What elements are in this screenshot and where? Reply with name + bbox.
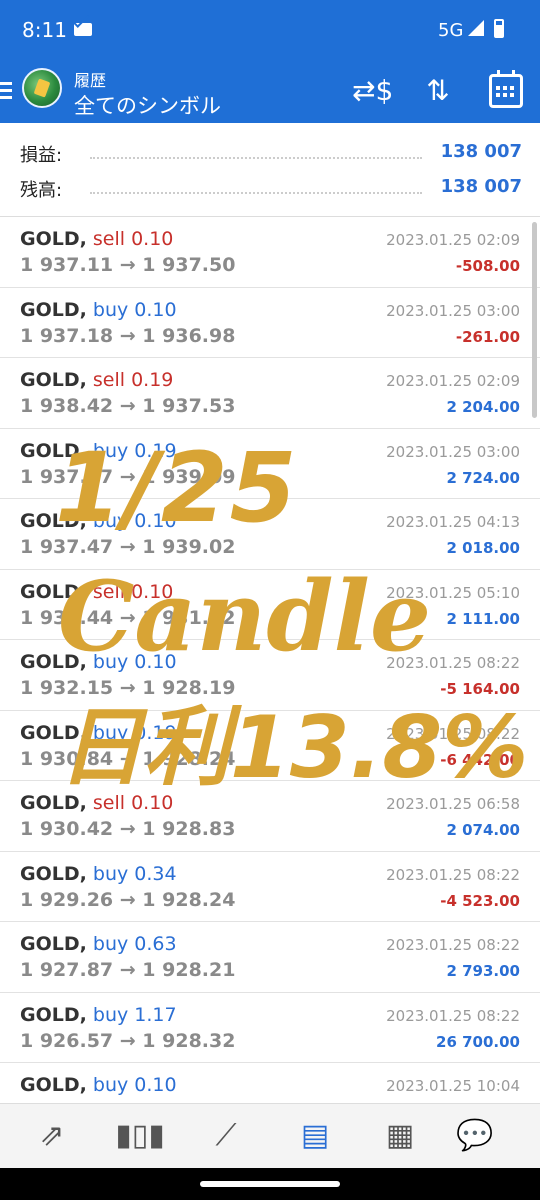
- trade-time: 2023.01.25 03:00: [386, 442, 520, 461]
- trade-time: 2023.01.25 04:13: [386, 513, 520, 531]
- trade-prices: 1 926.57 → 1 928.32: [20, 1029, 236, 1052]
- trade-side: buy: [92, 862, 129, 885]
- status-bar: 8:11 5G: [0, 0, 540, 60]
- trade-profit: 26 700.00: [436, 1032, 520, 1051]
- trade-row[interactable]: GOLD, sell 0.19 1 938.42 → 1 937.53 2023.0…: [0, 358, 540, 429]
- trade-time: 2023.01.25 08:22: [386, 1006, 520, 1025]
- signal-icon: [468, 20, 484, 36]
- trade-volume: 1.17: [134, 1003, 177, 1026]
- trade-row[interactable]: GOLD, buy 0.101 928.26 → 1 929.772023.01…: [0, 1063, 540, 1103]
- trade-symbol: GOLD, buy 0.34: [20, 863, 177, 885]
- app-logo[interactable]: [22, 68, 62, 108]
- scrollbar[interactable]: [532, 222, 537, 418]
- summary-panel: 損益: 138 007 残高: 138 007: [0, 123, 540, 217]
- trade-symbol: GOLD, sell 0.19: [20, 369, 173, 391]
- trade-symbol: GOLD, buy 1.17: [20, 1004, 177, 1026]
- trade-time: 2023.01.25 08:22: [386, 865, 520, 884]
- trade-side: sell: [92, 228, 126, 250]
- trade-profit: 2 018.00: [446, 539, 520, 557]
- trade-volume: 0.10: [134, 1074, 177, 1096]
- overlay-daily-rate: 日利13.8%: [58, 698, 529, 798]
- trade-prices: 1 937.11 → 1 937.50: [20, 254, 236, 276]
- overlay-candle: Candle: [58, 560, 432, 673]
- symbol-name: GOLD,: [20, 298, 87, 321]
- trade-profit: -4 523.00: [440, 891, 520, 910]
- sort-icon[interactable]: ⇅: [418, 74, 458, 108]
- symbol-name: GOLD,: [20, 1003, 87, 1026]
- mail-icon: [74, 23, 92, 36]
- profit-value: 138 007: [440, 141, 522, 162]
- network-type: 5G: [438, 20, 464, 41]
- page-title: 履歴: [74, 71, 107, 90]
- trade-side: buy: [92, 933, 129, 955]
- trade-volume: 0.34: [134, 862, 177, 885]
- trade-profit: -261.00: [455, 327, 520, 346]
- trade-volume: 0.63: [134, 933, 177, 955]
- history-icon[interactable]: ▤: [285, 1114, 345, 1158]
- trade-row[interactable]: GOLD, buy 0.34 1 929.26 → 1 928.24 2023.01…: [0, 852, 540, 922]
- trade-volume: 0.19: [131, 369, 174, 391]
- trade-volume: 0.10: [134, 298, 177, 321]
- symbol-name: GOLD,: [20, 228, 87, 250]
- trade-profit: 2 724.00: [446, 468, 520, 487]
- symbol-name: GOLD,: [20, 1074, 87, 1096]
- app-bar: 履歴 全てのシンボル ⇄$ ⇅: [0, 60, 540, 123]
- symbol-name: GOLD,: [20, 933, 87, 955]
- gesture-bar: [0, 1168, 540, 1200]
- trade-row[interactable]: GOLD, buy 0.10 1 937.18 → 1 936.98 2023.01…: [0, 288, 540, 358]
- trade-time: 2023.01.25 03:00: [386, 301, 520, 320]
- home-indicator[interactable]: [200, 1181, 340, 1187]
- trade-time: 2023.01.25 10:04: [386, 1077, 520, 1095]
- chat-icon[interactable]: 💬: [445, 1114, 505, 1158]
- currency-exchange-icon[interactable]: ⇄$: [352, 74, 393, 108]
- quotes-icon[interactable]: ⇗: [22, 1114, 82, 1158]
- trade-row[interactable]: GOLD, buy 0.63 1 927.87 → 1 928.21 2023.01…: [0, 922, 540, 993]
- status-time: 8:11: [22, 18, 67, 42]
- symbol-name: GOLD,: [20, 862, 87, 885]
- trade-volume: 0.10: [131, 228, 174, 250]
- trade-symbol: GOLD, buy 0.10: [20, 299, 177, 321]
- trade-symbol: GOLD, buy 0.10: [20, 1074, 177, 1096]
- dotted-leader: [90, 192, 422, 194]
- bottom-nav: ⇗ ▮▯▮ ⟋ ▤ ▦ 💬: [0, 1103, 540, 1168]
- symbol-name: GOLD,: [20, 369, 87, 391]
- trade-time: 2023.01.25 08:22: [386, 936, 520, 954]
- menu-icon[interactable]: [0, 82, 12, 100]
- balance-value: 138 007: [440, 176, 522, 197]
- calendar-icon[interactable]: [489, 70, 523, 108]
- trade-side: sell: [92, 369, 126, 391]
- profit-row: 損益: 138 007: [20, 135, 522, 169]
- balance-label: 残高:: [20, 180, 63, 201]
- dotted-leader: [90, 157, 422, 159]
- trade-profit: 2 204.00: [446, 398, 520, 416]
- overlay-date: 1/25: [55, 432, 299, 544]
- symbol-filter[interactable]: 全てのシンボル: [74, 90, 221, 120]
- trade-icon[interactable]: ⟋: [196, 1114, 256, 1158]
- trade-prices: 1 937.18 → 1 936.98: [20, 324, 236, 347]
- trade-side: buy: [92, 1003, 129, 1026]
- battery-icon: [494, 19, 504, 38]
- trade-profit: -508.00: [455, 257, 520, 275]
- balance-row: 残高: 138 007: [20, 170, 522, 204]
- trade-prices: 1 930.42 → 1 928.83: [20, 818, 236, 840]
- trade-symbol: GOLD, buy 0.63: [20, 933, 177, 955]
- trade-time: 2023.01.25 02:09: [386, 231, 520, 249]
- trade-prices: 1 927.87 → 1 928.21: [20, 959, 236, 981]
- news-icon[interactable]: ▦: [370, 1114, 430, 1158]
- trade-side: buy: [92, 298, 129, 321]
- trade-symbol: GOLD, sell 0.10: [20, 228, 173, 250]
- trade-profit: 2 111.00: [446, 609, 520, 628]
- trade-row[interactable]: GOLD, sell 0.10 1 937.11 → 1 937.50 2023.0…: [0, 217, 540, 288]
- trade-time: 2023.01.25 02:09: [386, 372, 520, 390]
- trade-profit: 2 793.00: [446, 962, 520, 980]
- trade-side: buy: [92, 1074, 129, 1096]
- trade-prices: 1 929.26 → 1 928.24: [20, 888, 236, 911]
- chart-icon[interactable]: ▮▯▮: [110, 1114, 170, 1158]
- trade-row[interactable]: GOLD, buy 1.17 1 926.57 → 1 928.32 2023.01…: [0, 993, 540, 1063]
- trade-prices: 1 938.42 → 1 937.53: [20, 395, 236, 417]
- profit-label: 損益:: [20, 145, 63, 166]
- trade-profit: 2 074.00: [446, 821, 520, 839]
